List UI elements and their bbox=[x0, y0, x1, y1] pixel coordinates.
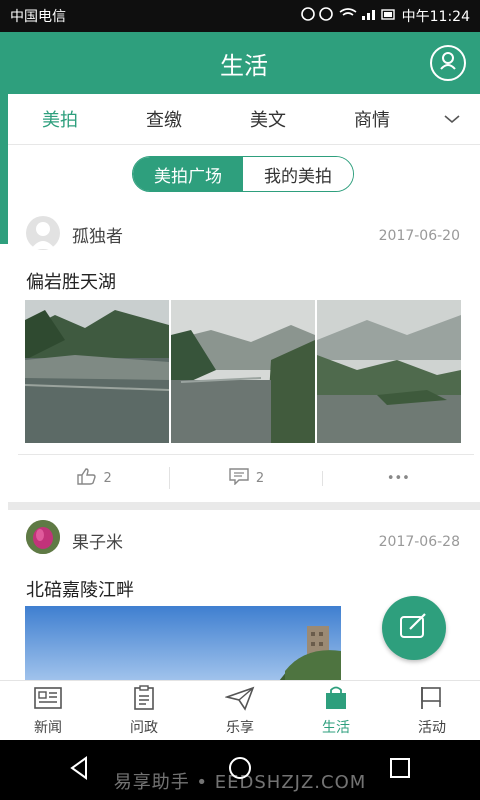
tab-shangqing[interactable]: 商情 bbox=[320, 106, 424, 132]
system-icons bbox=[300, 6, 396, 26]
page-title: 生活 bbox=[220, 51, 268, 80]
category-tabs: 美拍 查缴 美文 商情 bbox=[8, 94, 480, 145]
clipboard-icon bbox=[131, 685, 157, 715]
paper-plane-icon bbox=[224, 685, 255, 715]
avatar[interactable] bbox=[26, 216, 60, 250]
nav-label: 乐享 bbox=[226, 720, 254, 736]
post-divider bbox=[8, 502, 480, 510]
nav-wenzheng[interactable]: 问政 bbox=[96, 681, 192, 741]
nav-label: 问政 bbox=[130, 720, 158, 736]
nav-lexiang[interactable]: 乐享 bbox=[192, 681, 288, 741]
segment-mine[interactable]: 我的美拍 bbox=[243, 157, 353, 191]
more-button[interactable]: ••• bbox=[321, 470, 474, 486]
flag-icon bbox=[418, 685, 446, 715]
post-title[interactable]: 偏岩胜天湖 bbox=[26, 268, 116, 294]
comment-icon bbox=[228, 467, 250, 489]
post-username[interactable]: 孤独者 bbox=[72, 222, 123, 247]
tab-chajiao[interactable]: 查缴 bbox=[112, 106, 216, 132]
more-tabs-button[interactable] bbox=[424, 110, 480, 129]
comment-count: 2 bbox=[255, 470, 265, 486]
compose-button[interactable] bbox=[382, 596, 446, 660]
status-icons: 中午11:24 bbox=[300, 6, 470, 26]
user-icon bbox=[436, 49, 460, 77]
post-photo[interactable] bbox=[171, 300, 315, 443]
shopping-bag-icon bbox=[323, 685, 349, 715]
feed-segment-control: 美拍广场 我的美拍 bbox=[132, 156, 354, 192]
post-date: 2017-06-20 bbox=[378, 228, 460, 244]
chevron-down-icon bbox=[443, 110, 461, 129]
status-bar: 中国电信 中午11:24 bbox=[0, 0, 480, 32]
nav-label: 新闻 bbox=[34, 720, 62, 736]
carrier-label: 中国电信 bbox=[10, 9, 66, 25]
post-photo[interactable] bbox=[25, 606, 341, 680]
bottom-nav: 新闻 问政 乐享 生活 活动 bbox=[0, 680, 480, 741]
newspaper-icon bbox=[33, 685, 63, 715]
avatar[interactable] bbox=[26, 520, 60, 554]
edit-icon bbox=[398, 611, 430, 645]
clock: 中午11:24 bbox=[401, 9, 470, 25]
watermark: 易享助手 • EEDSHZJZ.COM bbox=[113, 772, 367, 793]
like-count: 2 bbox=[103, 470, 112, 486]
like-button[interactable]: 2 bbox=[18, 467, 169, 489]
post-photo[interactable] bbox=[317, 300, 461, 443]
nav-huodong[interactable]: 活动 bbox=[384, 681, 480, 741]
nav-shenghuo[interactable]: 生活 bbox=[288, 681, 384, 741]
app-header: 生活 bbox=[8, 32, 480, 94]
tab-meiwen[interactable]: 美文 bbox=[216, 106, 320, 132]
nav-news[interactable]: 新闻 bbox=[0, 681, 96, 741]
nav-label: 生活 bbox=[322, 720, 350, 736]
post-title[interactable]: 北碚嘉陵江畔 bbox=[26, 576, 134, 602]
post-card[interactable]: 孤独者 2017-06-20 偏岩胜天湖 2 2 ••• bbox=[8, 210, 480, 502]
profile-button[interactable] bbox=[430, 45, 466, 81]
left-accent-edge bbox=[0, 32, 8, 244]
comment-button[interactable]: 2 bbox=[169, 467, 321, 489]
segment-square[interactable]: 美拍广场 bbox=[133, 157, 243, 191]
post-actions: 2 2 ••• bbox=[18, 454, 474, 501]
nav-label: 活动 bbox=[418, 720, 446, 736]
post-photo[interactable] bbox=[24, 300, 170, 443]
post-username[interactable]: 果子米 bbox=[72, 528, 123, 553]
tab-meipai[interactable]: 美拍 bbox=[8, 106, 112, 132]
post-date: 2017-06-28 bbox=[378, 534, 460, 550]
thumbs-up-icon bbox=[76, 467, 98, 489]
more-icon: ••• bbox=[386, 470, 410, 486]
